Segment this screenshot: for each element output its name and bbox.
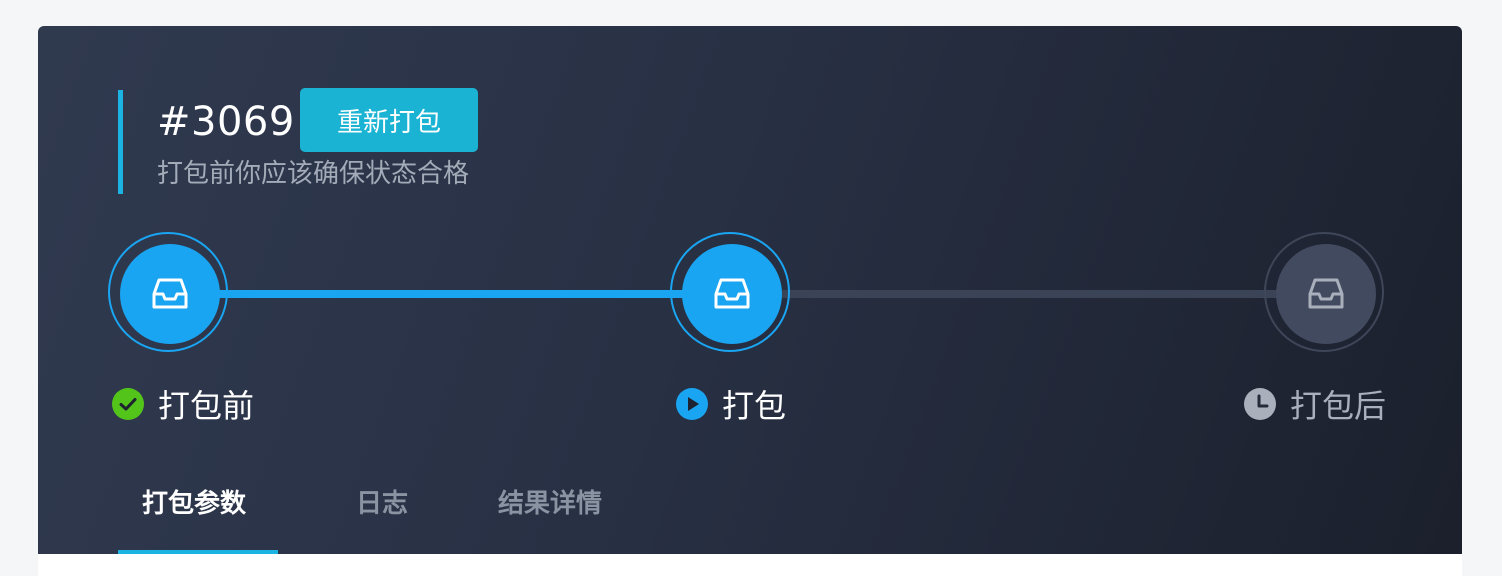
step-label-text: 打包后 [1290, 387, 1387, 425]
step-prebuild-label: 打包前 [112, 382, 254, 426]
tab-build-params[interactable]: 打包参数 [142, 484, 246, 524]
inbox-icon [714, 278, 750, 309]
tab-content-panel [38, 554, 1462, 576]
step-label-text: 打包 [722, 387, 787, 425]
check-circle-icon [112, 388, 144, 420]
clock-icon [1244, 388, 1276, 420]
build-id-title: #3069 [157, 99, 295, 145]
step-build-node[interactable] [670, 232, 790, 352]
tab-logs[interactable]: 日志 [356, 484, 408, 524]
inbox-icon [1308, 278, 1344, 309]
build-subtitle: 打包前你应该确保状态合格 [157, 159, 470, 189]
step-label-text: 打包前 [158, 387, 255, 425]
tab-result-details[interactable]: 结果详情 [498, 484, 602, 524]
step-prebuild-node[interactable] [108, 232, 228, 352]
step-build-label: 打包 [676, 382, 786, 426]
step-postbuild-node[interactable] [1264, 232, 1384, 352]
rebuild-button[interactable]: 重新打包 [300, 88, 478, 152]
title-accent-bar [118, 90, 123, 194]
build-status-card: #3069 重新打包 打包前你应该确保状态合格 打包前 打包 打包后 打包参数 … [38, 26, 1462, 556]
inbox-icon [152, 278, 188, 309]
play-circle-icon [676, 388, 708, 420]
step-postbuild-label: 打包后 [1244, 382, 1386, 426]
